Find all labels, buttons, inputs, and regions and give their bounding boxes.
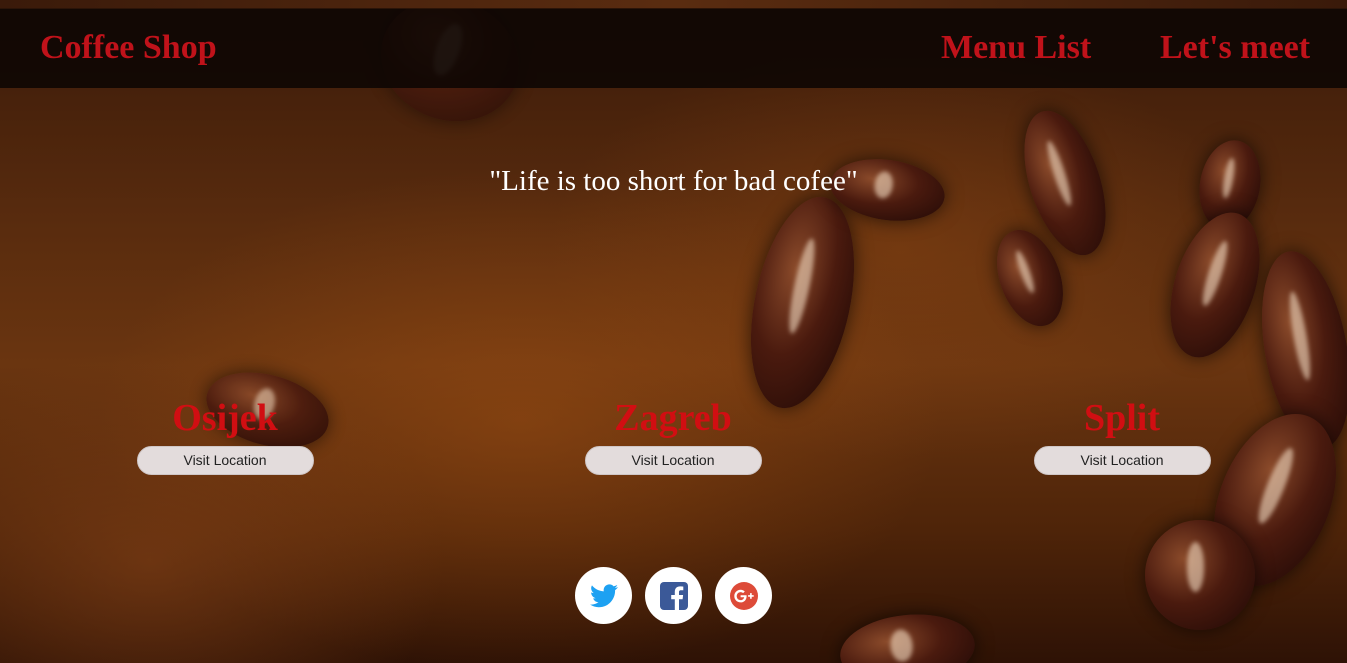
top-edge-strip [0,0,1347,8]
location-card-osijek: Osijek Visit Location [75,397,375,475]
location-city-name: Osijek [172,397,278,439]
twitter-icon [589,583,618,607]
location-card-zagreb: Zagreb Visit Location [523,397,823,475]
location-city-name: Zagreb [614,397,732,439]
facebook-button[interactable] [645,567,702,624]
visit-location-button[interactable]: Visit Location [1033,446,1211,475]
nav-link-menu-list[interactable]: Menu List [941,29,1091,67]
brand-logo-text[interactable]: Coffee Shop [40,29,217,67]
google-plus-button[interactable] [715,567,772,624]
location-city-name: Split [1083,397,1161,439]
facebook-icon [659,581,688,610]
twitter-button[interactable] [575,567,632,624]
coffee-bean-background [0,0,1347,663]
visit-location-button[interactable]: Visit Location [584,446,762,475]
nav-link-lets-meet[interactable]: Let's meet [1160,29,1310,67]
navigation-bar: Coffee Shop Menu List Let's meet [0,8,1347,88]
visit-location-button[interactable]: Visit Location [136,446,314,475]
location-card-split: Split Visit Location [972,397,1272,475]
hero-quote: "Life is too short for bad cofee" [489,165,858,197]
google-plus-icon [729,581,758,610]
